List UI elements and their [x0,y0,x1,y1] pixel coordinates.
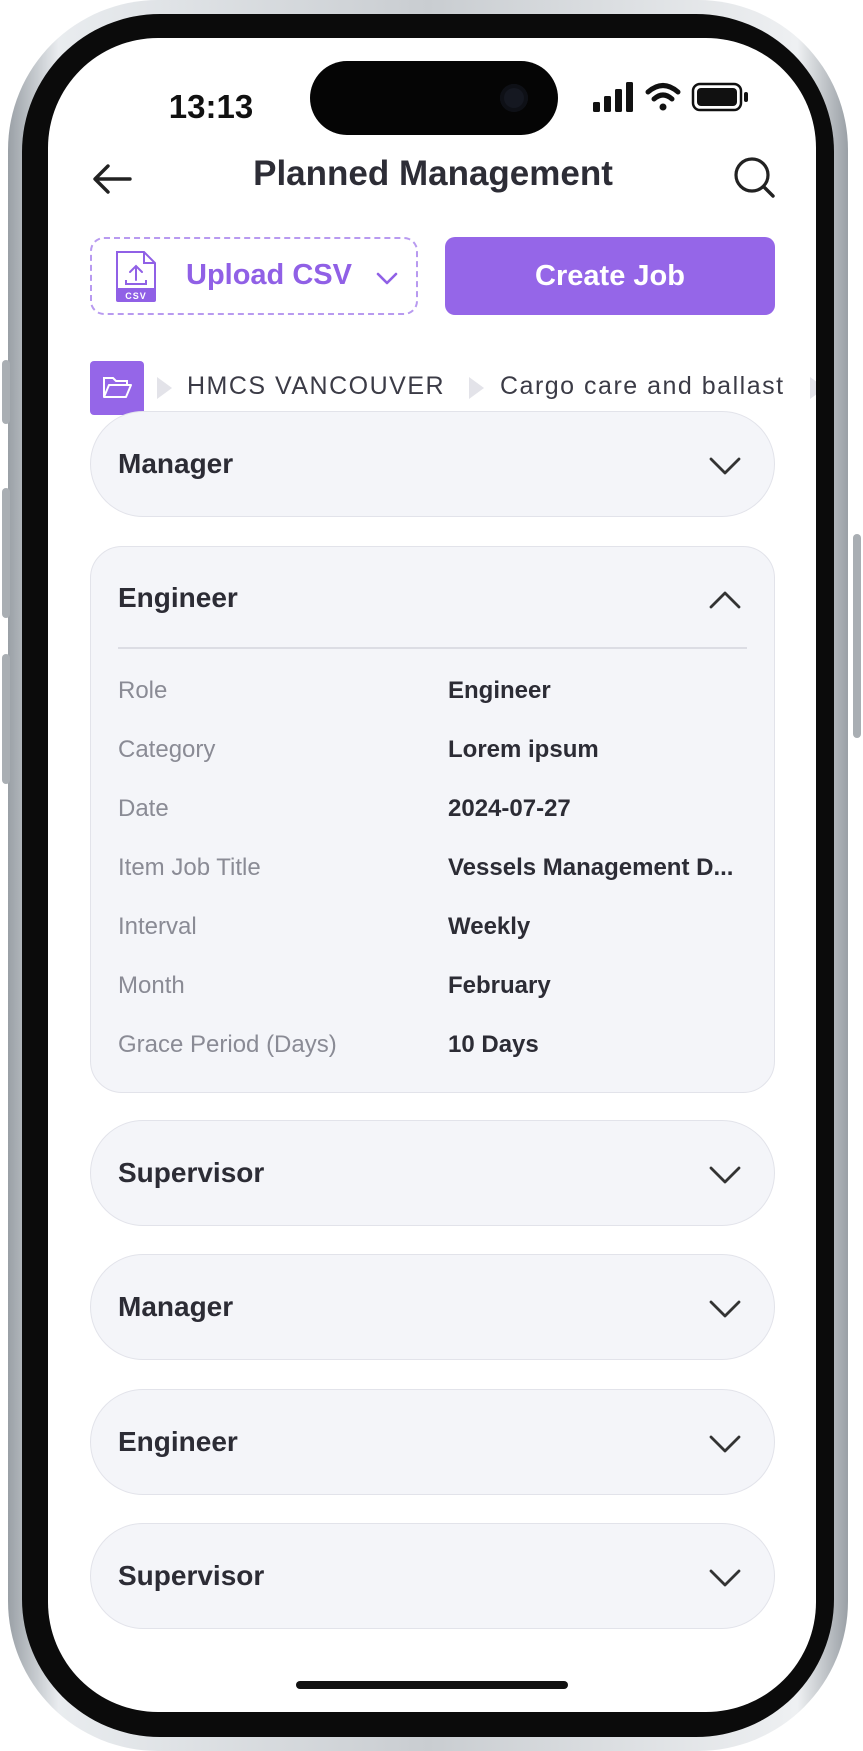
accordion-item-manager[interactable]: Manager [90,411,775,517]
accordion-item-manager[interactable]: Manager [90,1254,775,1360]
detail-value: Weekly [448,913,531,940]
detail-label: Category [118,736,216,763]
chevron-down-icon[interactable] [708,1299,742,1319]
detail-row-grace-period: Grace Period (Days) 10 Days [118,1031,754,1067]
csv-icon-text: CSV [125,291,147,301]
detail-value: Lorem ipsum [448,736,599,763]
detail-label: Item Job Title [118,854,261,881]
volume-up-button [2,488,10,618]
divider [118,647,747,649]
accordion-item-engineer[interactable]: Engineer [90,1389,775,1495]
detail-row-role: Role Engineer [118,677,754,713]
detail-label: Month [118,972,185,999]
detail-value: Engineer [448,677,551,704]
accordion-title: Manager [118,448,234,479]
back-arrow-icon[interactable] [88,155,136,203]
battery-icon [691,82,748,112]
detail-value: 10 Days [448,1031,539,1058]
accordion-title: Supervisor [118,1157,265,1188]
signal-icon [593,82,633,112]
detail-value: Vessels Management D... [448,854,734,881]
chevron-down-icon[interactable] [708,1568,742,1588]
status-time: 13:13 [168,88,254,125]
chevron-down-icon[interactable] [708,1434,742,1454]
detail-row-item-job-title: Item Job Title Vessels Management D... [118,854,754,890]
detail-label: Role [118,677,168,704]
detail-row-category: Category Lorem ipsum [118,736,754,772]
camera-icon [500,84,528,112]
detail-row-interval: Interval Weekly [118,913,754,949]
accordion-item-supervisor[interactable]: Supervisor [90,1120,775,1226]
detail-row-date: Date 2024-07-27 [118,795,754,831]
accordion-title: Engineer [118,1426,238,1457]
breadcrumb-item-category[interactable]: Cargo care and ballast [500,372,785,401]
search-icon[interactable] [731,154,779,202]
breadcrumb-item-vessel[interactable]: HMCS VANCOUVER [187,372,445,401]
accordion-title: Manager [118,1291,234,1322]
dynamic-island [310,61,558,135]
page-title: Planned Management [253,154,613,193]
detail-value: February [448,972,551,999]
wifi-icon [645,83,681,111]
volume-down-button [2,654,10,784]
detail-row-month: Month February [118,972,754,1008]
accordion-item-supervisor[interactable]: Supervisor [90,1523,775,1629]
upload-csv-label: Upload CSV [186,259,352,291]
app-screen: 13:13 Planned Management CSV Upload CSV … [48,38,816,1712]
detail-value: 2024-07-27 [448,795,571,822]
status-icons [593,82,748,112]
chevron-down-icon[interactable] [708,456,742,476]
accordion-title: Supervisor [118,1560,265,1591]
detail-label: Grace Period (Days) [118,1031,337,1058]
detail-label: Date [118,795,169,822]
breadcrumb-separator-icon [810,377,816,399]
chevron-down-icon[interactable] [708,1165,742,1185]
accordion-item-engineer-expanded: Engineer Role Engineer Category Lorem ip… [90,546,775,1093]
detail-label: Interval [118,913,197,940]
power-button [853,534,861,738]
create-job-button[interactable]: Create Job [445,237,775,315]
csv-file-icon: CSV [116,251,156,302]
upload-csv-button[interactable]: CSV Upload CSV [90,237,418,315]
breadcrumb-separator-icon [157,377,172,399]
chevron-down-icon [376,272,398,285]
breadcrumb-separator-icon [469,377,484,399]
action-button [2,360,10,424]
home-indicator[interactable] [296,1681,568,1689]
folder-open-icon [103,377,132,398]
chevron-up-icon[interactable] [708,590,742,610]
accordion-title[interactable]: Engineer [118,582,238,614]
folder-button[interactable] [90,361,144,415]
